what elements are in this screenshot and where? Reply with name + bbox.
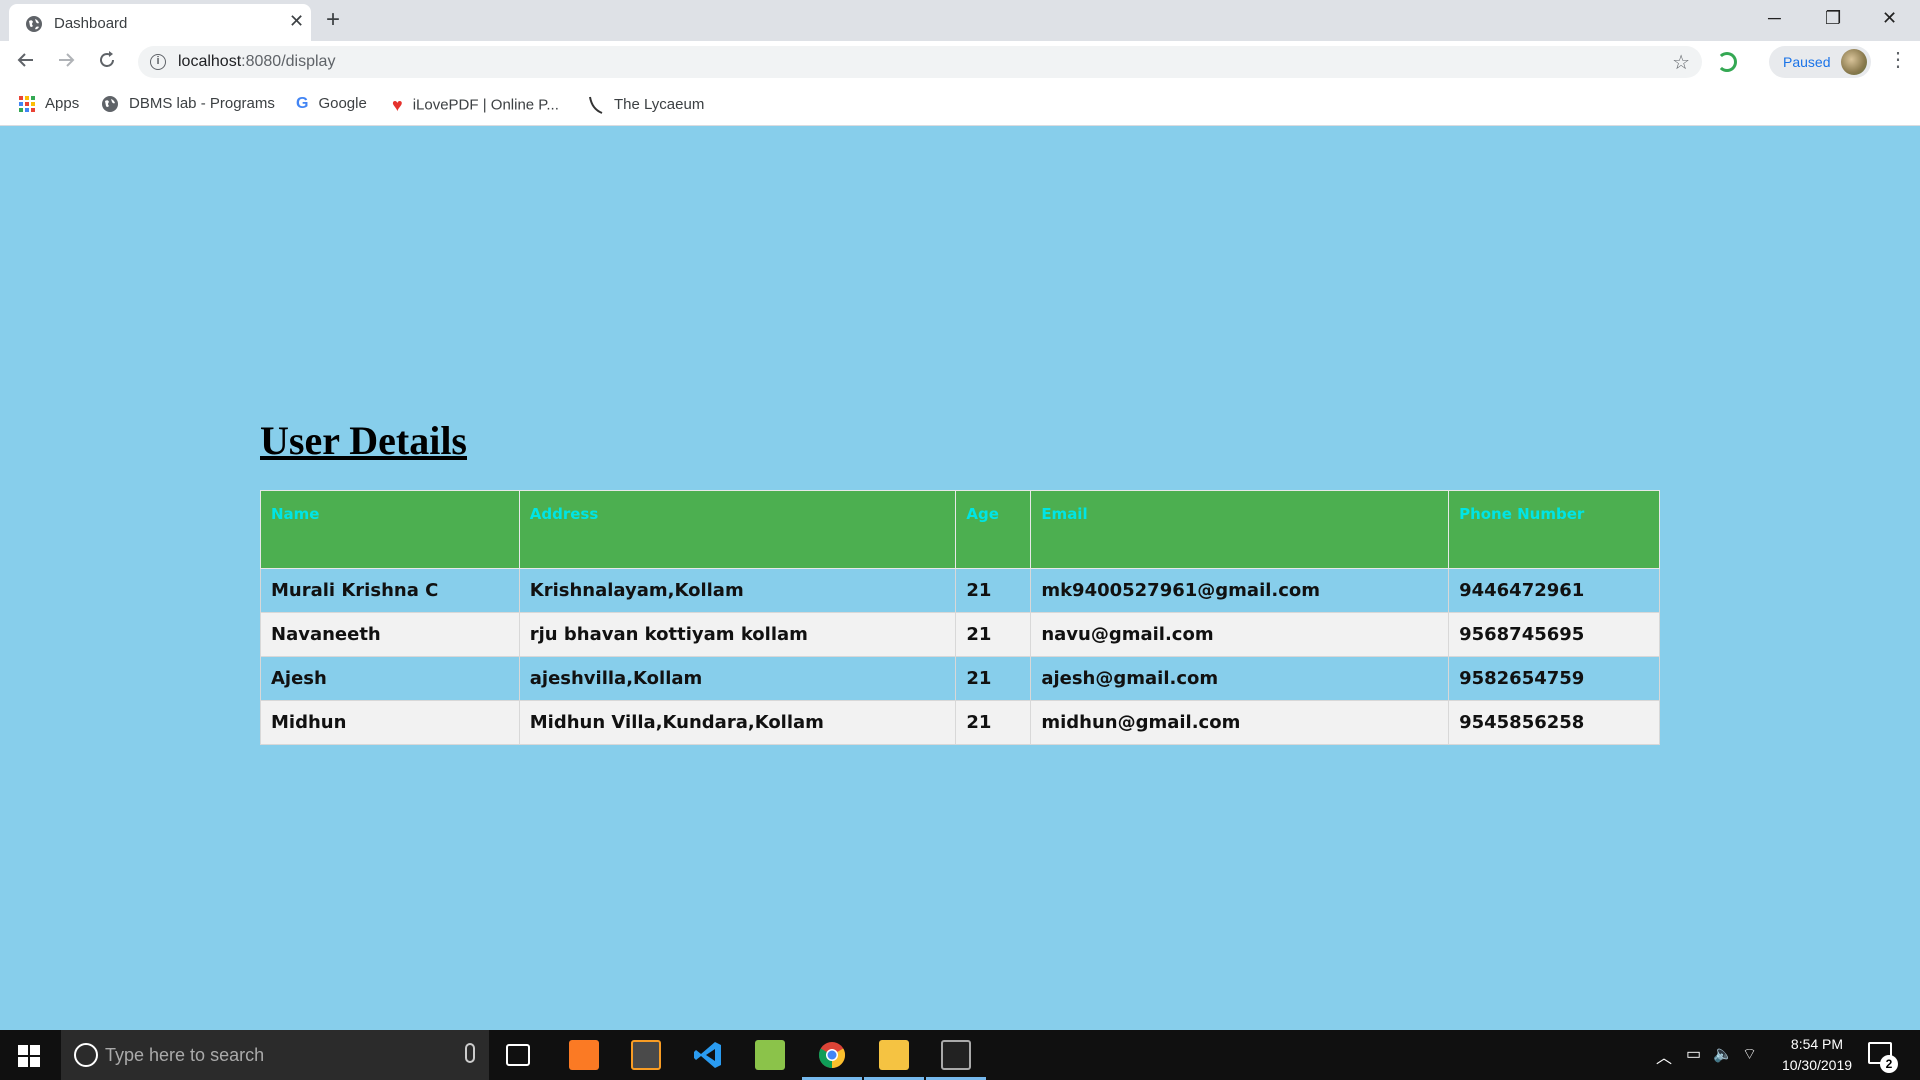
extension-icon[interactable] xyxy=(1717,52,1737,72)
battery-icon[interactable]: ▭ xyxy=(1686,1044,1701,1064)
windows-taskbar: Type here to search ︿ ▭ 🔈 ⌔ 8:54 PM 10/3… xyxy=(0,1030,1920,1080)
tab-dashboard[interactable]: Dashboard ✕ xyxy=(9,4,311,41)
terminal-icon[interactable] xyxy=(941,1040,971,1070)
column-header-name: Name xyxy=(260,490,520,569)
bookmarks-bar: Apps DBMS lab - Programs G Google ♥ iLoveP… xyxy=(0,82,1920,126)
bookmark-ilovepdf[interactable]: ♥ iLovePDF | Online P... xyxy=(392,95,559,116)
forward-button[interactable] xyxy=(56,50,76,75)
cell-address: rju bhavan kottiyam kollam xyxy=(518,612,957,657)
reload-icon xyxy=(100,51,114,67)
globe-icon xyxy=(26,16,42,32)
globe-icon xyxy=(102,96,118,113)
browser-titlebar: Dashboard ✕ + ─ ❐ ✕ xyxy=(0,0,1920,41)
taskbar-search[interactable]: Type here to search xyxy=(61,1030,489,1080)
table-row: Midhun Midhun Villa,Kundara,Kollam 21 mi… xyxy=(260,700,1660,745)
xampp-icon[interactable] xyxy=(569,1040,599,1070)
page-content: User Details Name Address Age Email Phon… xyxy=(0,127,1920,1030)
file-explorer-icon[interactable] xyxy=(879,1040,909,1070)
cell-phone: 9446472961 xyxy=(1448,568,1660,613)
sublime-text-icon[interactable] xyxy=(631,1040,661,1070)
column-header-phone: Phone Number xyxy=(1448,490,1660,569)
reload-button[interactable] xyxy=(97,50,117,75)
apps-grid-icon xyxy=(19,96,35,113)
minimize-button[interactable]: ─ xyxy=(1768,6,1781,30)
chrome-icon[interactable] xyxy=(817,1040,847,1070)
cell-email: midhun@gmail.com xyxy=(1030,700,1450,745)
lycaeum-icon xyxy=(589,96,603,114)
forward-arrow-icon xyxy=(59,53,75,67)
cell-age: 21 xyxy=(955,568,1032,613)
user-details-table: Name Address Age Email Phone Number Mura… xyxy=(260,490,1660,745)
microphone-icon[interactable] xyxy=(465,1043,475,1063)
google-icon: G xyxy=(296,95,309,113)
column-header-email: Email xyxy=(1030,490,1450,569)
cell-name: Navaneeth xyxy=(260,612,520,657)
cell-phone: 9582654759 xyxy=(1448,656,1660,701)
table-row: Murali Krishna C Krishnalayam,Kollam 21 … xyxy=(260,568,1660,613)
cortana-icon xyxy=(74,1043,98,1067)
cell-age: 21 xyxy=(955,612,1032,657)
bookmark-google[interactable]: G Google xyxy=(296,95,367,113)
address-bar[interactable]: i localhost:8080/display ☆ xyxy=(138,46,1702,78)
cell-phone: 9568745695 xyxy=(1448,612,1660,657)
cell-address: Krishnalayam,Kollam xyxy=(518,568,957,613)
windows-start-icon[interactable] xyxy=(18,1045,40,1067)
cell-phone: 9545856258 xyxy=(1448,700,1660,745)
browser-toolbar: i localhost:8080/display ☆ Paused ⋮ xyxy=(0,41,1920,82)
profile-button[interactable]: Paused xyxy=(1769,46,1871,78)
tab-close-icon[interactable]: ✕ xyxy=(289,11,304,31)
vscode-icon[interactable] xyxy=(693,1040,723,1070)
table-header-row: Name Address Age Email Phone Number xyxy=(260,490,1660,569)
bookmark-lycaeum[interactable]: The Lycaeum xyxy=(586,95,704,115)
search-placeholder: Type here to search xyxy=(105,1045,265,1065)
cell-name: Ajesh xyxy=(260,656,520,701)
table-row: Navaneeth rju bhavan kottiyam kollam 21 … xyxy=(260,612,1660,657)
table-row: Ajesh ajeshvilla,Kollam 21 ajesh@gmail.c… xyxy=(260,656,1660,701)
cell-age: 21 xyxy=(955,700,1032,745)
bookmark-apps[interactable]: Apps xyxy=(19,95,79,113)
new-tab-button[interactable]: + xyxy=(326,7,340,33)
cell-email: navu@gmail.com xyxy=(1030,612,1450,657)
volume-icon[interactable]: 🔈 xyxy=(1713,1044,1733,1064)
clock-date: 10/30/2019 xyxy=(1781,1057,1853,1073)
site-info-icon[interactable]: i xyxy=(150,54,166,70)
tab-title: Dashboard xyxy=(54,15,128,32)
notepad-plus-icon[interactable] xyxy=(755,1040,785,1070)
restore-button[interactable]: ❐ xyxy=(1825,6,1841,30)
cell-age: 21 xyxy=(955,656,1032,701)
column-header-address: Address xyxy=(518,490,957,569)
cell-address: ajeshvilla,Kollam xyxy=(518,656,957,701)
close-window-button[interactable]: ✕ xyxy=(1882,6,1897,30)
task-view-icon[interactable] xyxy=(506,1044,530,1066)
cell-name: Murali Krishna C xyxy=(260,568,520,613)
url-text: localhost:8080/display xyxy=(178,53,336,70)
tray-chevron-icon[interactable]: ︿ xyxy=(1656,1044,1672,1068)
clock-time: 8:54 PM xyxy=(1790,1036,1844,1052)
bookmark-star-icon[interactable]: ☆ xyxy=(1672,50,1690,75)
browser-menu-icon[interactable]: ⋮ xyxy=(1888,49,1908,71)
bookmark-dbms-lab[interactable]: DBMS lab - Programs xyxy=(101,95,275,113)
back-button[interactable] xyxy=(16,50,36,75)
page-title: User Details xyxy=(260,418,467,463)
wifi-icon[interactable]: ⌔ xyxy=(1742,1044,1757,1064)
column-header-age: Age xyxy=(955,490,1032,569)
cell-address: Midhun Villa,Kundara,Kollam xyxy=(518,700,957,745)
avatar xyxy=(1841,49,1867,75)
cell-email: mk9400527961@gmail.com xyxy=(1030,568,1450,613)
cell-email: ajesh@gmail.com xyxy=(1030,656,1450,701)
system-clock[interactable]: 8:54 PM 10/30/2019 xyxy=(1770,1034,1864,1076)
notification-count-badge: 2 xyxy=(1880,1055,1898,1073)
heart-icon: ♥ xyxy=(392,95,403,115)
cell-name: Midhun xyxy=(260,700,520,745)
back-arrow-icon xyxy=(17,53,33,67)
profile-status: Paused xyxy=(1783,54,1831,70)
